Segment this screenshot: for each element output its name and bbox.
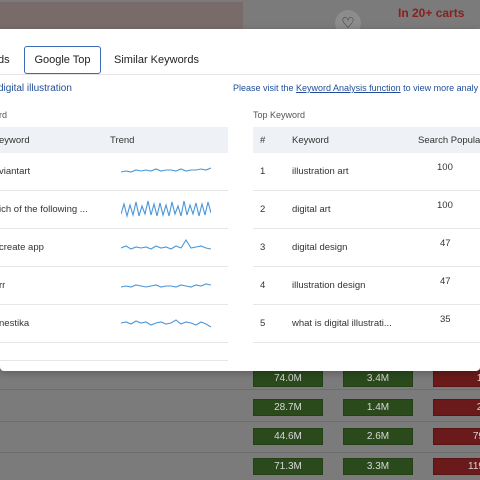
keyword-cell: illustration art	[292, 166, 349, 177]
tabs-divider	[0, 74, 480, 75]
table-row[interactable]: viantart	[0, 153, 228, 191]
table-row[interactable]: 1 illustration art 100	[253, 153, 480, 191]
keyword-cell: viantart	[0, 166, 31, 177]
left-table-header: eyword Trend	[0, 127, 228, 153]
keyword-modal: ds Google Top Similar Keywords digital i…	[0, 29, 480, 371]
metric-pill: 79.2K	[433, 428, 480, 445]
popularity-cell: 47	[440, 276, 451, 287]
keyword-cell: digital design	[292, 242, 348, 253]
metric-pill: 2.6M	[343, 428, 413, 445]
table-row[interactable]: 2 digital art 100	[253, 191, 480, 229]
product-image-strip	[0, 2, 243, 32]
keyword-cell: nestika	[0, 318, 30, 329]
top-keyword-title: Top Keyword	[253, 110, 306, 120]
table-row[interactable]: rr	[0, 267, 228, 305]
keyword-cell: illustration design	[292, 280, 366, 291]
rank-cell: 4	[260, 280, 266, 291]
trend-sparkline	[121, 167, 211, 173]
trend-sparkline	[121, 283, 211, 288]
keyword-cell: ich of the following ...	[0, 204, 88, 215]
metric-pill: 1.4M	[343, 399, 413, 416]
tab-google-top[interactable]: Google Top	[24, 46, 101, 74]
keyword-cell: rr	[0, 280, 6, 291]
table-row[interactable]: 3 digital design 47	[253, 229, 480, 267]
rank-cell: 1	[260, 166, 266, 177]
metric-pill: 28.7M	[253, 399, 323, 416]
metric-pill: 2.7M	[433, 399, 480, 416]
popularity-cell: 35	[440, 314, 451, 325]
col-num: #	[260, 135, 266, 146]
table-row[interactable]: nestika	[0, 305, 228, 343]
trend-sparkline	[121, 238, 211, 250]
metric-pill: 119.2K	[433, 458, 480, 475]
metric-pill: 71.3M	[253, 458, 323, 475]
col-keyword: eyword	[0, 135, 30, 146]
metric-pill: 3.3M	[343, 458, 413, 475]
rank-cell: 5	[260, 318, 266, 329]
popularity-cell: 100	[437, 162, 453, 173]
table-row: 71.3M 3.3M 119.2K	[0, 452, 480, 480]
col-trend: Trend	[110, 135, 135, 146]
col-keyword: Keyword	[292, 135, 329, 146]
rank-cell: 3	[260, 242, 266, 253]
popularity-cell: 100	[437, 200, 453, 211]
notice-text: Please visit the Keyword Analysis functi…	[233, 83, 479, 93]
metric-pill: 74.0M	[253, 370, 323, 387]
table-row	[0, 343, 228, 361]
left-section-title: rd	[0, 110, 8, 120]
table-row[interactable]: ich of the following ...	[0, 191, 228, 229]
metric-pill: 3.4M	[343, 370, 413, 387]
keyword-cell: create app	[0, 242, 44, 253]
metric-pill: 44.6M	[253, 428, 323, 445]
trend-sparkline	[121, 200, 211, 219]
table-row[interactable]: create app	[0, 229, 228, 267]
keyword-title: digital illustration	[0, 83, 72, 94]
trend-sparkline	[121, 319, 211, 328]
popularity-cell: 47	[440, 238, 451, 249]
in-carts-label: In 20+ carts	[398, 6, 465, 20]
keyword-cell: what is digital illustrati...	[292, 318, 392, 329]
table-row[interactable]: 5 what is digital illustrati... 35	[253, 305, 480, 343]
table-row[interactable]: 4 illustration design 47	[253, 267, 480, 305]
tab-similar-keywords[interactable]: Similar Keywords	[114, 46, 199, 74]
keyword-analysis-link[interactable]: Keyword Analysis function	[296, 83, 401, 93]
keyword-cell: digital art	[292, 204, 331, 215]
col-search-popularity: Search Popula	[418, 135, 480, 146]
right-table-header: # Keyword Search Popula	[253, 127, 480, 153]
metric-pill: 1.3M	[433, 370, 480, 387]
rank-cell: 2	[260, 204, 266, 215]
tab-keywords[interactable]: ds	[0, 46, 10, 74]
